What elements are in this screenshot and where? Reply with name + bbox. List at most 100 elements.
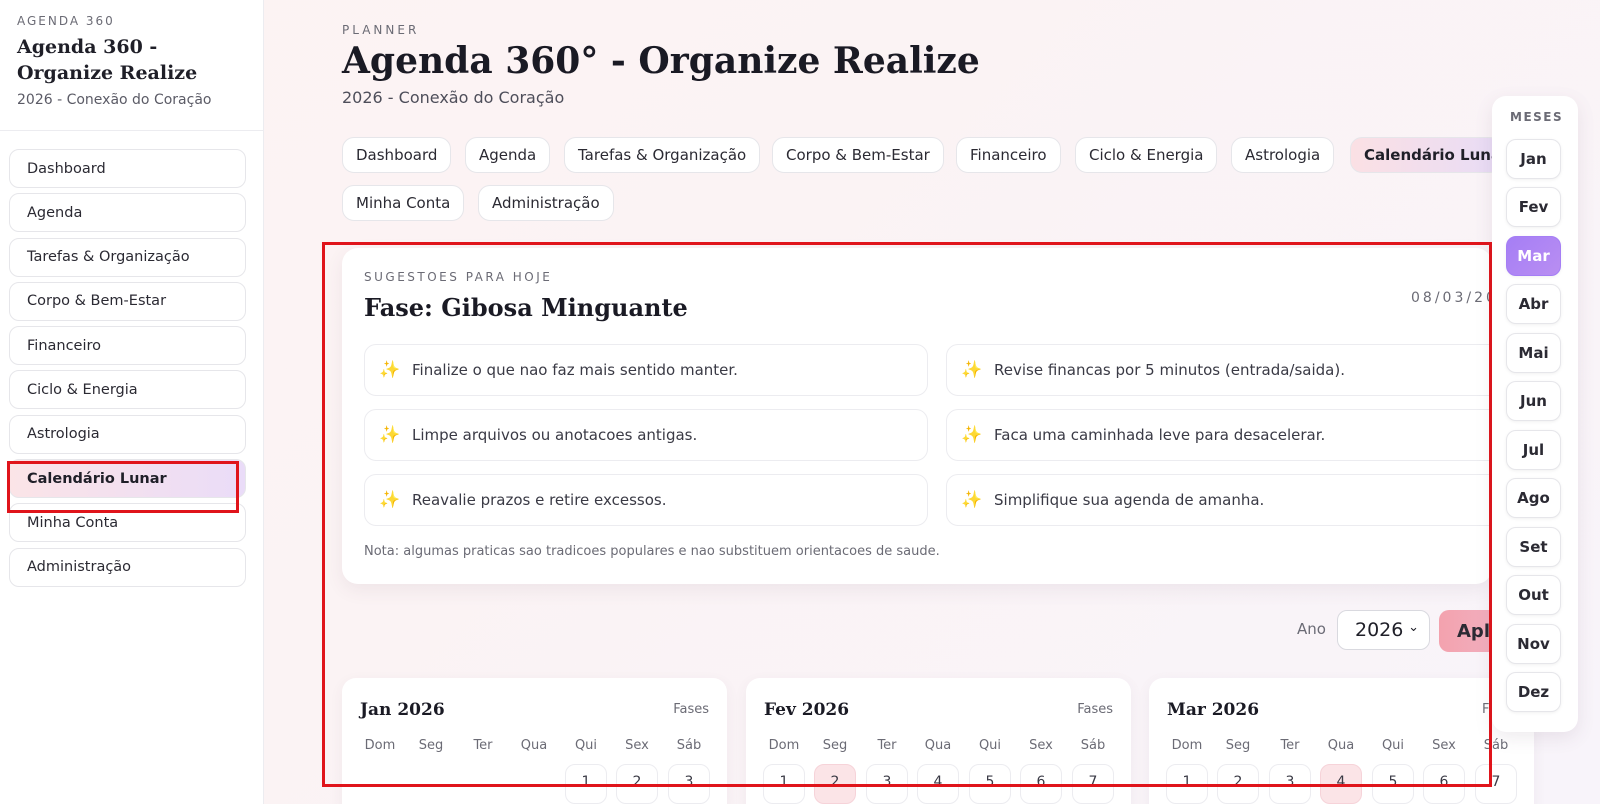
apply-button[interactable]: Apli	[1439, 610, 1499, 652]
page-subtitle: 2026 - Conexão do Coração	[342, 88, 565, 107]
sidebar-item-astrologia[interactable]: Astrologia	[9, 414, 246, 454]
suggestion-item: ✨ Simplifique sua agenda de amanha.	[946, 474, 1510, 526]
sidebar-item-label: Astrologia	[27, 426, 100, 443]
tab-administracao[interactable]: Administração	[478, 185, 614, 221]
month-button-fev[interactable]: Fev	[1506, 187, 1561, 227]
calendar-day[interactable]: 7	[1072, 764, 1114, 804]
suggestion-text: Simplifique sua agenda de amanha.	[994, 491, 1265, 509]
tab-calendario-lunar[interactable]: Calendário Lunar	[1350, 137, 1502, 173]
month-button-set[interactable]: Set	[1506, 527, 1561, 567]
calendar-day[interactable]: 5	[1372, 764, 1414, 804]
weekday-label: Sáb	[676, 738, 702, 753]
weekday-label: Sáb	[1080, 738, 1106, 753]
month-button-ago[interactable]: Ago	[1506, 478, 1561, 518]
sparkles-icon: ✨	[379, 490, 401, 510]
suggestion-item: ✨ Limpe arquivos ou anotacoes antigas.	[364, 409, 928, 461]
tab-astrologia[interactable]: Astrologia	[1231, 137, 1335, 173]
month-button-jul[interactable]: Jul	[1506, 430, 1561, 470]
tab-corpo[interactable]: Corpo & Bem-Estar	[772, 137, 944, 173]
calendar-day[interactable]: 1	[565, 764, 607, 804]
calendar-day[interactable]: 6	[1423, 764, 1465, 804]
month-button-mai[interactable]: Mai	[1506, 333, 1561, 373]
calendar-day[interactable]: 1	[763, 764, 805, 804]
month-button-jan[interactable]: Jan	[1506, 139, 1561, 179]
calendar-day[interactable]: 3	[668, 764, 710, 804]
weekday-label: Dom	[768, 738, 800, 753]
calendar-day[interactable]: 2	[1217, 764, 1259, 804]
sidebar-item-agenda[interactable]: Agenda	[9, 193, 246, 233]
tab-label: Ciclo & Energia	[1089, 146, 1204, 164]
month-card-jan: Jan 2026 Fases Dom Seg Ter Qua Qui Sex S…	[342, 678, 727, 804]
sidebar-header: AGENDA 360 Agenda 360 - Organize Realize…	[0, 0, 263, 131]
month-rail-label: MESES	[1510, 110, 1564, 124]
tab-ciclo[interactable]: Ciclo & Energia	[1075, 137, 1218, 173]
sidebar-item-financeiro[interactable]: Financeiro	[9, 326, 246, 366]
month-button-out[interactable]: Out	[1506, 575, 1561, 615]
tab-tarefas[interactable]: Tarefas & Organização	[564, 137, 761, 173]
suggestion-text: Revise financas por 5 minutos (entrada/s…	[994, 361, 1345, 379]
year-label: Ano	[1297, 620, 1326, 638]
sidebar-subtitle: 2026 - Conexão do Coração	[17, 92, 212, 108]
weekday-label: Sáb	[1483, 738, 1509, 753]
suggestion-item: ✨ Finalize o que nao faz mais sentido ma…	[364, 344, 928, 396]
tab-label: Agenda	[479, 146, 537, 164]
suggestions-date: 08/03/20	[1411, 290, 1498, 306]
tab-minha-conta[interactable]: Minha Conta	[342, 185, 465, 221]
calendar-day[interactable]: 1	[1166, 764, 1208, 804]
month-card-fev: Fev 2026 Fases Dom Seg Ter Qua Qui Sex S…	[746, 678, 1131, 804]
weekday-label: Seg	[1225, 738, 1251, 753]
sidebar-item-tarefas[interactable]: Tarefas & Organização	[9, 237, 246, 277]
chevron-down-icon: ⌄	[1408, 620, 1419, 635]
year-select[interactable]: 2026 ⌄	[1337, 610, 1430, 650]
sidebar-item-corpo[interactable]: Corpo & Bem-Estar	[9, 281, 246, 321]
calendar-day[interactable]: 5	[969, 764, 1011, 804]
sidebar-item-label: Agenda	[27, 204, 83, 221]
sidebar-item-minha-conta[interactable]: Minha Conta	[9, 503, 246, 543]
calendar-day[interactable]: 2	[814, 764, 856, 804]
sidebar-nav: Dashboard Agenda Tarefas & Organização C…	[0, 131, 263, 587]
sidebar-item-dashboard[interactable]: Dashboard	[9, 149, 246, 188]
tab-dashboard[interactable]: Dashboard	[342, 137, 452, 173]
weekday-label: Qui	[1381, 738, 1405, 753]
weekday-label: Ter	[877, 738, 897, 753]
calendar-day[interactable]: 6	[1020, 764, 1062, 804]
month-button-mar[interactable]: Mar	[1506, 236, 1561, 276]
sidebar-item-label: Tarefas & Organização	[27, 249, 190, 266]
tab-label: Corpo & Bem-Estar	[786, 146, 930, 164]
weekday-label: Qui	[574, 738, 598, 753]
weekday-label: Ter	[1280, 738, 1300, 753]
tab-label: Calendário Lunar	[1364, 146, 1502, 164]
calendar-day[interactable]: 3	[866, 764, 908, 804]
weekday-label: Qua	[1327, 738, 1355, 753]
sparkles-icon: ✨	[961, 490, 983, 510]
calendar-day[interactable]: 4	[917, 764, 959, 804]
month-button-dez[interactable]: Dez	[1506, 672, 1561, 712]
tab-agenda[interactable]: Agenda	[465, 137, 551, 173]
weekday-label: Qua	[520, 738, 548, 753]
month-button-abr[interactable]: Abr	[1506, 284, 1561, 324]
sidebar-item-label: Dashboard	[27, 160, 106, 177]
month-button-nov[interactable]: Nov	[1506, 624, 1561, 664]
month-fases-link[interactable]: Fases	[1077, 702, 1113, 717]
sidebar-item-ciclo[interactable]: Ciclo & Energia	[9, 370, 246, 410]
sidebar-item-administracao[interactable]: Administração	[9, 547, 246, 587]
suggestion-text: Limpe arquivos ou anotacoes antigas.	[412, 426, 698, 444]
month-fases-link[interactable]: Fases	[673, 702, 709, 717]
tab-financeiro[interactable]: Financeiro	[956, 137, 1061, 173]
sidebar-item-label: Administração	[27, 559, 132, 576]
calendar-day[interactable]: 7	[1475, 764, 1517, 804]
calendar-day[interactable]: 4	[1320, 764, 1362, 804]
sparkles-icon: ✨	[961, 425, 983, 445]
sparkles-icon: ✨	[379, 360, 401, 380]
tab-label: Minha Conta	[356, 194, 451, 212]
month-title: Jan 2026	[360, 700, 445, 720]
weekday-label: Seg	[822, 738, 848, 753]
month-fases-link[interactable]: F	[1482, 702, 1489, 717]
suggestion-text: Finalize o que nao faz mais sentido mant…	[412, 361, 738, 379]
weekday-label: Seg	[418, 738, 444, 753]
calendar-day[interactable]: 2	[616, 764, 658, 804]
sidebar-item-calendario-lunar[interactable]: Calendário Lunar	[9, 459, 246, 499]
calendar-day[interactable]: 3	[1269, 764, 1311, 804]
month-button-jun[interactable]: Jun	[1506, 381, 1561, 421]
sidebar: AGENDA 360 Agenda 360 - Organize Realize…	[0, 0, 264, 804]
